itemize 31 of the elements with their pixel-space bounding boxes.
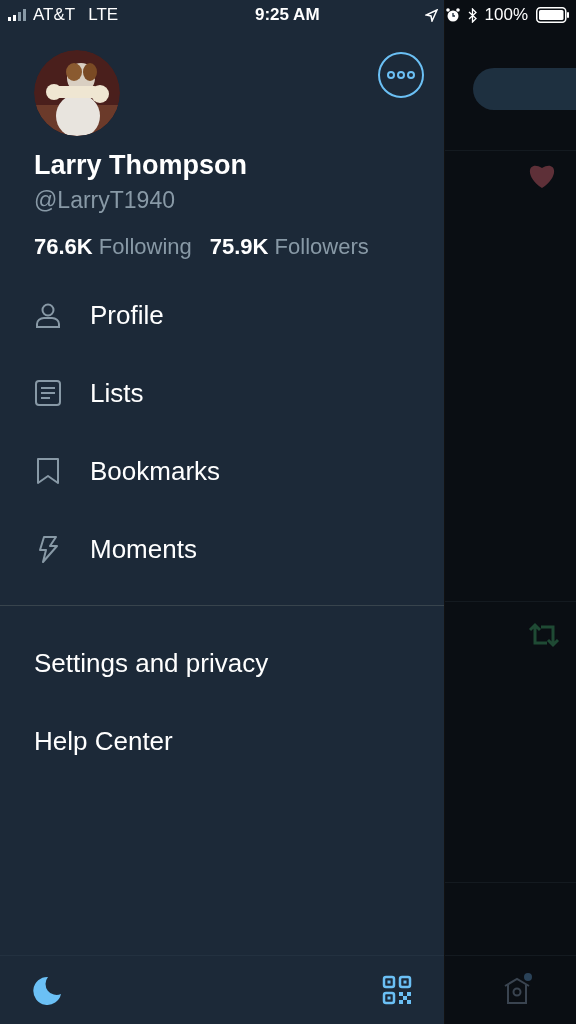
list-icon: [34, 379, 62, 407]
battery-percent: 100%: [484, 5, 528, 25]
person-icon: [34, 301, 62, 329]
profile-handle: @LarryT1940: [33, 186, 176, 214]
menu-item-label: Profile: [90, 299, 164, 331]
menu-item[interactable]: Bookmarks: [0, 432, 444, 510]
alarm-clock-icon: [445, 8, 460, 22]
menu-item[interactable]: Settings and privacy: [0, 624, 444, 702]
carrier-label: AT&T: [33, 5, 76, 25]
bookmark-icon: [34, 457, 62, 485]
menu-item-label: Lists: [90, 377, 144, 409]
moon-icon[interactable]: [32, 975, 62, 1005]
bluetooth-icon: [467, 7, 477, 23]
profile-name: Larry Thompson: [33, 149, 249, 181]
battery-icon: [536, 7, 570, 23]
qr-code-icon[interactable]: [382, 975, 412, 1005]
retweet-icon: [527, 622, 561, 648]
menu-item-label: Bookmarks: [90, 455, 221, 487]
network-label: LTE: [88, 5, 119, 25]
menu-item[interactable]: Help Center: [0, 702, 444, 780]
followers-link[interactable]: 75.9K Followers: [209, 234, 369, 260]
status-time: 9:25 AM: [255, 5, 320, 25]
menu-item[interactable]: Profile: [0, 276, 444, 354]
ellipsis-icon: [386, 71, 416, 79]
menu-item[interactable]: Moments: [0, 510, 444, 588]
signal-icon: [8, 9, 28, 21]
menu-item[interactable]: Lists: [0, 354, 444, 432]
more-options-button[interactable]: [378, 52, 424, 98]
location-arrow-icon: [424, 8, 438, 22]
following-link[interactable]: 76.6K Following: [34, 234, 192, 260]
menu-item-label: Moments: [90, 533, 197, 565]
